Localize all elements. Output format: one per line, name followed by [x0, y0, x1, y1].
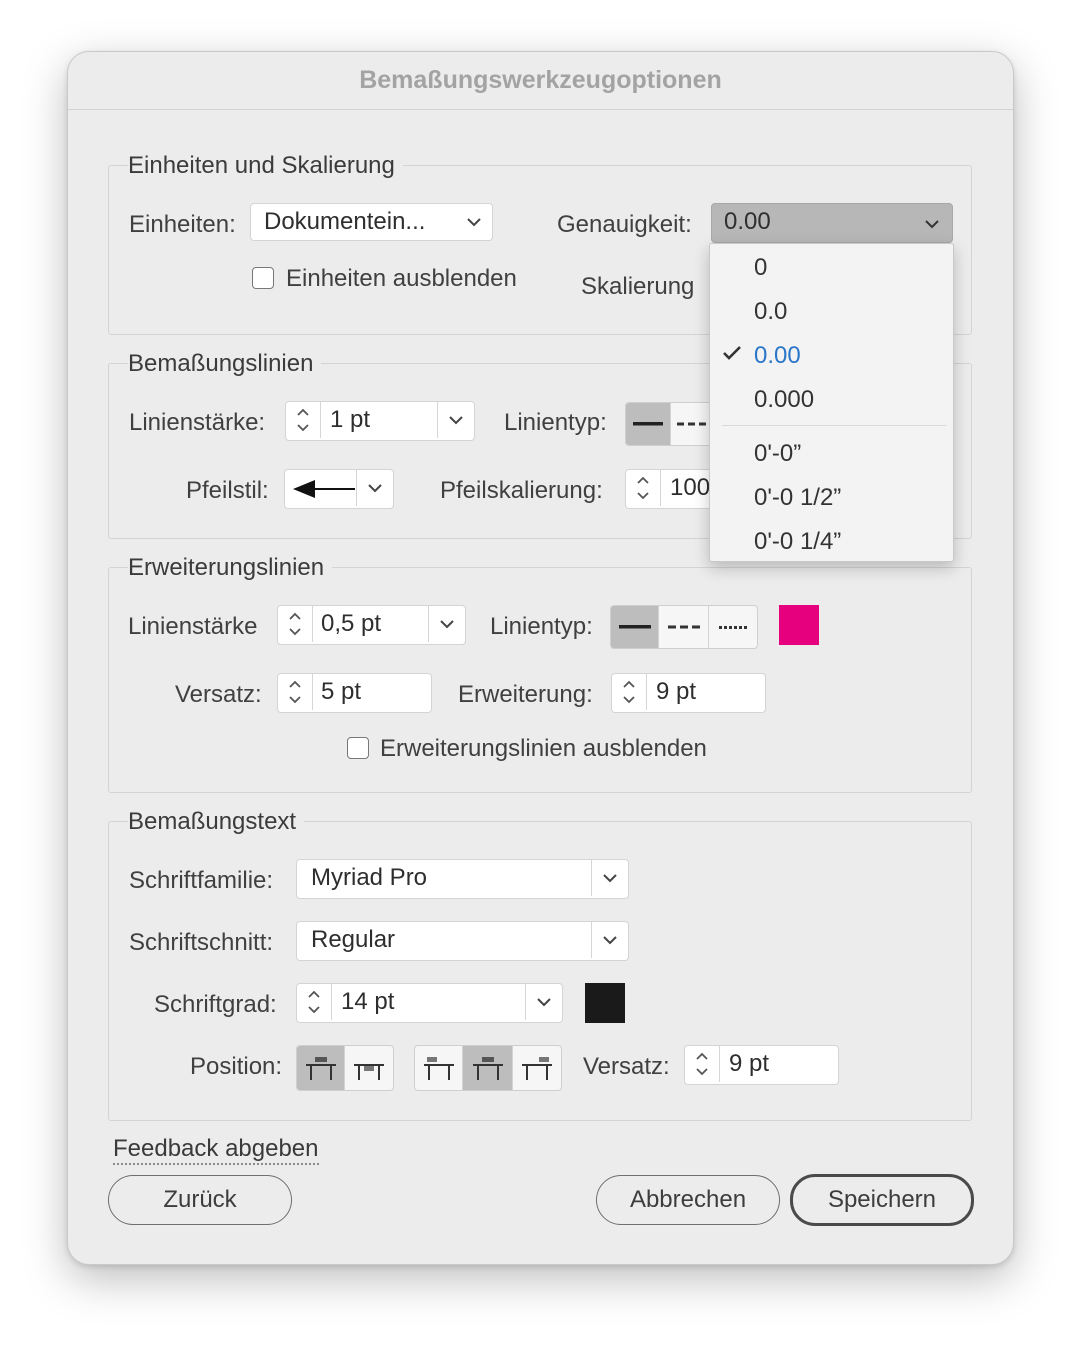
- extension-length-label: Erweiterung:: [458, 681, 593, 708]
- text-offset-label: Versatz:: [583, 1053, 670, 1080]
- hide-extension-lines-checkbox[interactable]: [347, 737, 369, 759]
- text-center-icon[interactable]: [463, 1046, 513, 1090]
- solid-line-icon[interactable]: [626, 403, 671, 445]
- solid-line-icon[interactable]: [611, 606, 660, 648]
- units-value: Dokumentein...: [264, 208, 426, 235]
- dimension-stroke-label: Linienstärke:: [129, 409, 266, 436]
- extension-length-field[interactable]: 9 pt: [611, 673, 766, 713]
- dimension-linetype-label: Linientyp:: [504, 409, 607, 436]
- chevron-down-icon[interactable]: [356, 470, 393, 506]
- extension-offset-label: Versatz:: [175, 681, 262, 708]
- hide-units-checkbox[interactable]: [252, 267, 274, 289]
- precision-option[interactable]: 0.0: [754, 297, 787, 327]
- arrow-scale-field[interactable]: 100: [625, 469, 715, 509]
- text-color-swatch[interactable]: [585, 983, 625, 1023]
- font-size-value: 14 pt: [341, 988, 395, 1015]
- extension-lines-title: Erweiterungslinien: [128, 553, 333, 583]
- arrow-scale-value: 100: [670, 474, 711, 501]
- stepper-icon[interactable]: [297, 984, 332, 1020]
- menu-separator: [722, 425, 946, 426]
- title-bar: Bemaßungswerkzeugoptionen: [68, 52, 1013, 110]
- precision-label: Genauigkeit:: [557, 211, 692, 238]
- font-family-label: Schriftfamilie:: [129, 867, 274, 894]
- precision-option[interactable]: 0: [754, 253, 767, 283]
- stepper-icon[interactable]: [685, 1046, 720, 1082]
- text-above-line-icon[interactable]: [297, 1046, 346, 1090]
- position-label: Position:: [190, 1053, 283, 1080]
- cancel-button[interactable]: Abbrechen: [596, 1175, 780, 1225]
- precision-option-selected[interactable]: 0.00: [754, 341, 801, 371]
- position-align-segments-a: [296, 1045, 394, 1091]
- feedback-link[interactable]: Feedback abgeben: [113, 1135, 319, 1165]
- extension-stroke-label: Linienstärke: [128, 613, 258, 640]
- scale-label: Skalierung: [581, 273, 695, 300]
- text-offset-field[interactable]: 9 pt: [684, 1045, 839, 1085]
- dimension-stroke-field[interactable]: 1 pt: [285, 401, 475, 441]
- dashed-line-icon[interactable]: [659, 606, 709, 648]
- dimension-stroke-value: 1 pt: [330, 406, 371, 433]
- dialog-title: Bemaßungswerkzeugoptionen: [359, 66, 722, 94]
- arrow-style-label: Pfeilstil:: [186, 477, 269, 504]
- chevron-down-icon[interactable]: [428, 606, 465, 642]
- precision-option[interactable]: 0'-0 1/2”: [754, 483, 841, 513]
- text-left-icon[interactable]: [415, 1046, 464, 1090]
- chevron-down-icon: [456, 204, 492, 240]
- chevron-down-icon[interactable]: [591, 922, 628, 958]
- precision-option[interactable]: 0.000: [754, 385, 814, 415]
- hide-extension-lines-label: Erweiterungslinien ausblenden: [380, 735, 707, 762]
- text-centered-line-icon[interactable]: [345, 1046, 393, 1090]
- font-size-field[interactable]: 14 pt: [296, 983, 563, 1023]
- arrow-style-dropdown[interactable]: [284, 469, 394, 509]
- dashed-line-icon[interactable]: [671, 403, 714, 445]
- font-style-label: Schriftschnitt:: [129, 929, 274, 956]
- extension-stroke-value: 0,5 pt: [321, 610, 382, 637]
- extension-linetype-label: Linientyp:: [490, 613, 593, 640]
- extension-offset-value: 5 pt: [321, 678, 362, 705]
- save-button[interactable]: Speichern: [790, 1174, 974, 1226]
- hide-units-label: Einheiten ausblenden: [286, 265, 517, 292]
- text-right-icon[interactable]: [513, 1046, 561, 1090]
- precision-option[interactable]: 0'-0 1/4”: [754, 527, 841, 557]
- stepper-icon[interactable]: [286, 402, 321, 438]
- precision-value: 0.00: [724, 208, 771, 235]
- dimension-lines-title: Bemaßungslinien: [128, 349, 322, 379]
- dimension-linetype-segments: [625, 402, 715, 446]
- stepper-icon[interactable]: [626, 470, 661, 506]
- stepper-icon[interactable]: [278, 606, 313, 642]
- extension-linetype-segments: [610, 605, 758, 649]
- units-scaling-title: Einheiten und Skalierung: [128, 151, 403, 181]
- font-style-value: Regular: [311, 926, 396, 953]
- dimension-text-title: Bemaßungstext: [128, 807, 305, 837]
- extension-stroke-field[interactable]: 0,5 pt: [277, 605, 466, 645]
- stepper-icon[interactable]: [612, 674, 647, 710]
- extension-color-swatch[interactable]: [779, 605, 819, 645]
- position-align-segments-b: [414, 1045, 562, 1091]
- checkmark-icon: [722, 345, 742, 361]
- units-dropdown[interactable]: Dokumentein...: [250, 203, 493, 241]
- extension-length-value: 9 pt: [656, 678, 697, 705]
- extension-offset-field[interactable]: 5 pt: [277, 673, 432, 713]
- units-label: Einheiten:: [129, 211, 236, 238]
- text-offset-value: 9 pt: [729, 1050, 770, 1077]
- font-family-dropdown[interactable]: Myriad Pro: [296, 859, 629, 899]
- precision-menu: 0 0.0 0.00 0.000 0'-0” 0'-0 1/2” 0'-0 1/…: [709, 243, 954, 562]
- chevron-down-icon[interactable]: [525, 984, 562, 1020]
- chevron-down-icon[interactable]: [591, 860, 628, 896]
- back-button[interactable]: Zurück: [108, 1175, 292, 1225]
- arrow-scale-label: Pfeilskalierung:: [440, 477, 603, 504]
- precision-option[interactable]: 0'-0”: [754, 439, 801, 469]
- font-style-dropdown[interactable]: Regular: [296, 921, 629, 961]
- arrow-left-icon: [293, 479, 357, 499]
- font-family-value: Myriad Pro: [311, 864, 428, 891]
- precision-dropdown[interactable]: 0.00: [711, 203, 953, 243]
- dotted-line-icon[interactable]: [709, 606, 757, 648]
- font-size-label: Schriftgrad:: [154, 991, 277, 1018]
- chevron-down-icon: [918, 210, 946, 238]
- stepper-icon[interactable]: [278, 674, 313, 710]
- chevron-down-icon[interactable]: [437, 402, 474, 438]
